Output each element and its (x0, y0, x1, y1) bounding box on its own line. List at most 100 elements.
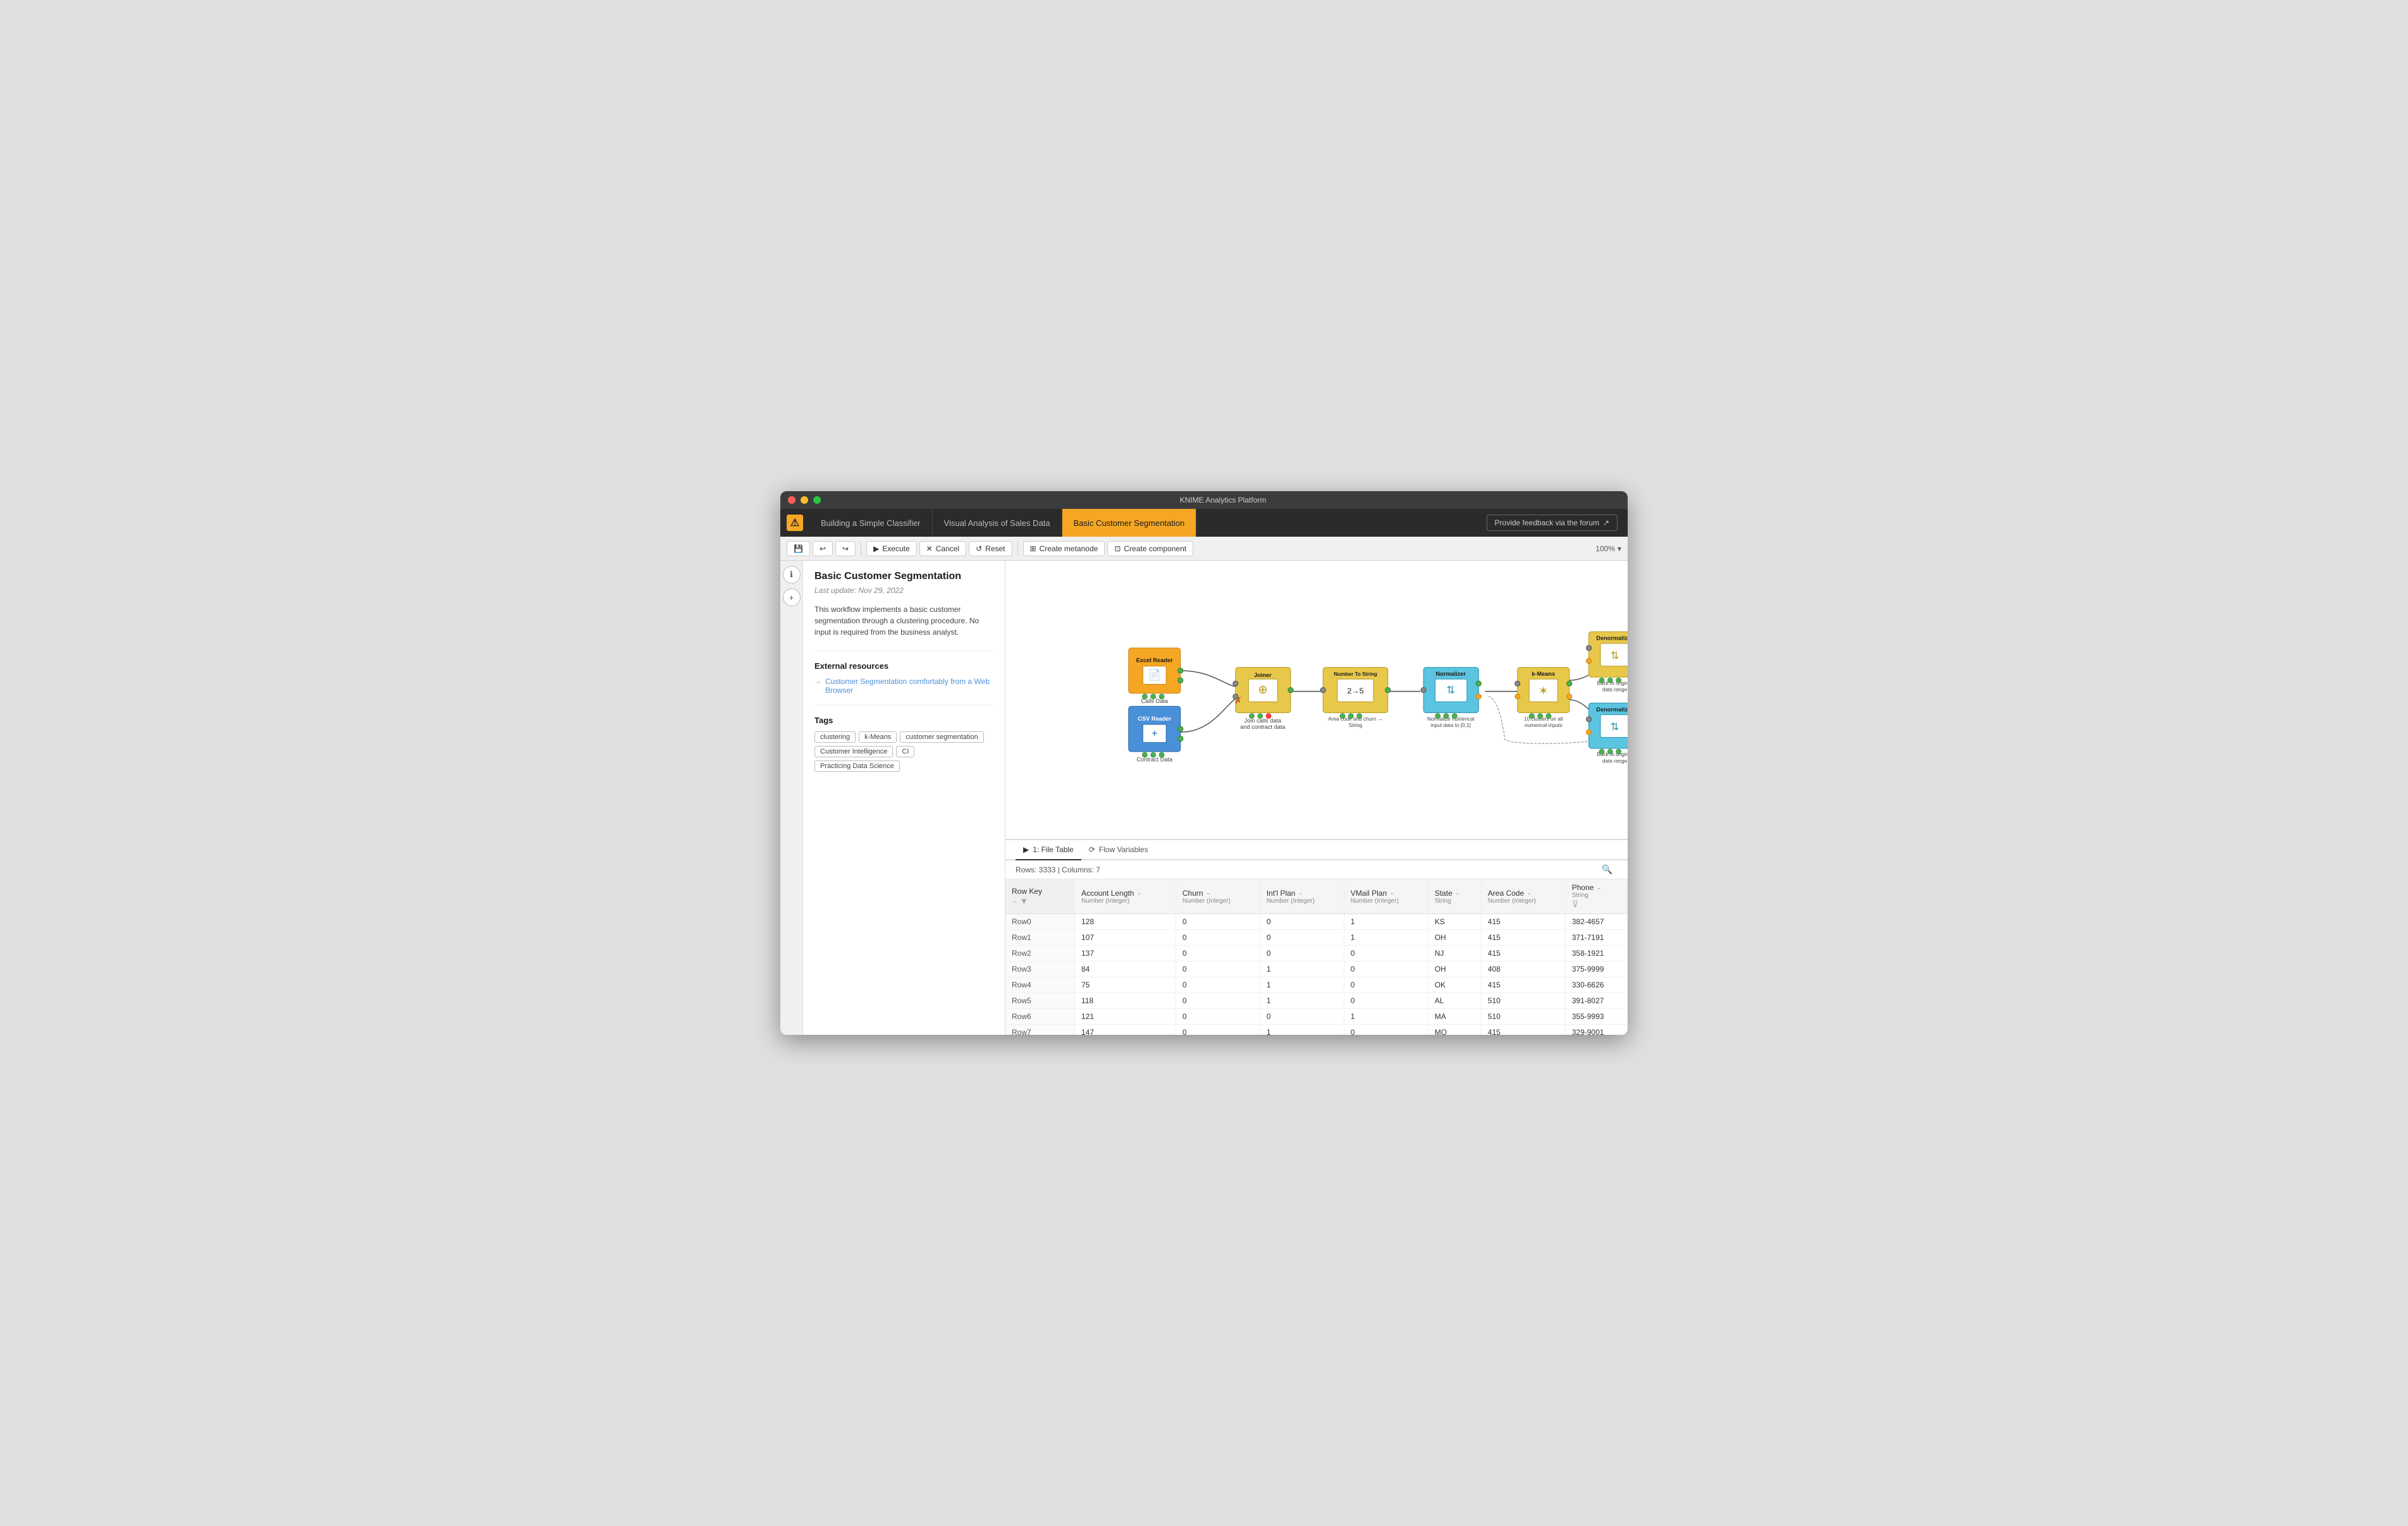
cancel-button[interactable]: ✕ Cancel (919, 541, 966, 556)
sort-account-length[interactable]: Account Length ⌄ (1081, 889, 1142, 898)
create-component-button[interactable]: ⊡ Create component (1107, 541, 1193, 556)
svg-text:data range: data range (1602, 687, 1628, 693)
feedback-button[interactable]: Provide feedback via the forum ↗ (1487, 515, 1618, 531)
execute-button[interactable]: ▶ Execute (866, 541, 917, 556)
sort-icon[interactable]: ⌄ (1012, 898, 1017, 905)
table-cell: 0 (1344, 1025, 1428, 1035)
info-icon-button[interactable]: ℹ (783, 566, 801, 583)
node-normalizer[interactable]: Normalizer ⇅ Normalize numerical input d… (1421, 668, 1481, 728)
sort-icon-vmail[interactable]: ⌄ (1389, 889, 1394, 896)
col-header-area-code: Area Code ⌄ Number (Integer) (1481, 879, 1565, 914)
sort-state[interactable]: State ⌄ (1435, 889, 1460, 898)
sort-phone[interactable]: Phone ⌄ (1572, 883, 1602, 892)
redo-button[interactable]: ↪ (835, 541, 856, 556)
tag-kmeans[interactable]: k-Means (859, 731, 897, 743)
table-cell: 1 (1260, 977, 1344, 993)
undo-button[interactable]: ↩ (813, 541, 833, 556)
tab-flow-variables[interactable]: ⟳ Flow Variables (1081, 840, 1156, 860)
table-cell: 1 (1344, 930, 1428, 946)
filter-table-icon[interactable]: ⊽ (1572, 899, 1578, 909)
redo-icon: ↪ (842, 544, 849, 553)
table-cell: Row5 (1005, 993, 1075, 1009)
sort-vmail-plan[interactable]: VMail Plan ⌄ (1351, 889, 1395, 898)
table-cell: 0 (1176, 977, 1260, 993)
sort-icon-al[interactable]: ⌄ (1136, 889, 1141, 896)
node-number-to-string[interactable]: Number To String 2→5 Area code and churn… (1320, 668, 1391, 728)
table-cell: Row1 (1005, 930, 1075, 946)
minimize-button[interactable] (801, 496, 808, 504)
table-cell: 408 (1481, 961, 1565, 977)
tab-building-simple-classifier[interactable]: Building a Simple Classifier (809, 509, 933, 537)
maximize-button[interactable] (813, 496, 821, 504)
table-cell: 415 (1481, 946, 1565, 961)
table-cell: 375-9999 (1565, 961, 1627, 977)
sort-rowkey[interactable]: ⌄ ▼ (1012, 896, 1028, 906)
tags-section: Tags clustering k-Means customer segment… (814, 716, 993, 772)
search-table-icon[interactable]: 🔍 (1602, 864, 1612, 875)
sort-intl-plan[interactable]: Int'l Plan ⌄ (1267, 889, 1303, 898)
sort-churn[interactable]: Churn ⌄ (1182, 889, 1211, 898)
tab-visual-analysis[interactable]: Visual Analysis of Sales Data (933, 509, 1062, 537)
arrow-right-icon: → (814, 678, 821, 685)
tag-customer-intelligence[interactable]: Customer Intelligence (814, 746, 893, 757)
tab-file-table[interactable]: ▶ 1: File Table (1016, 840, 1081, 860)
table-cell: 0 (1176, 961, 1260, 977)
table-cell: OH (1428, 961, 1481, 977)
reset-icon: ↺ (976, 544, 982, 553)
save-button[interactable]: 💾 (787, 541, 810, 556)
close-button[interactable] (788, 496, 796, 504)
svg-text:✶: ✶ (1539, 684, 1548, 697)
table-row: Row475010OK415330-6626 (1005, 977, 1628, 993)
table-cell: 510 (1481, 1009, 1565, 1025)
table-cell: Row0 (1005, 914, 1075, 930)
tag-clustering[interactable]: clustering (814, 731, 856, 743)
tag-practicing-data-science[interactable]: Practicing Data Science (814, 760, 900, 772)
col-header-state: State ⌄ String (1428, 879, 1481, 914)
data-table[interactable]: Row Key ⌄ ▼ Account Length ⌄ (1005, 879, 1628, 1035)
table-cell: 391-8027 (1565, 993, 1627, 1009)
sort-icon-state[interactable]: ⌄ (1455, 889, 1460, 896)
svg-text:CSV Reader: CSV Reader (1138, 716, 1171, 722)
sort-icon-phone[interactable]: ⌄ (1596, 884, 1601, 891)
tag-ci[interactable]: CI (896, 746, 914, 757)
node-status-dot (1142, 694, 1147, 699)
table-row: Row5118010AL510391-8027 (1005, 993, 1628, 1009)
sidebar-content: Basic Customer Segmentation Last update:… (803, 561, 1005, 1035)
table-cell: 330-6626 (1565, 977, 1627, 993)
table-cell: AL (1428, 993, 1481, 1009)
svg-text:Area code and churn →: Area code and churn → (1328, 716, 1382, 722)
sort-area-code[interactable]: Area Code ⌄ (1488, 889, 1532, 898)
table-cell: NJ (1428, 946, 1481, 961)
table-cell: OK (1428, 977, 1481, 993)
node-joiner[interactable]: Joiner ⊕ ✗ Join calls data and contract … (1233, 668, 1293, 730)
svg-text:Joiner: Joiner (1254, 672, 1272, 678)
table-cell: 371-7191 (1565, 930, 1627, 946)
filter-icon[interactable]: ▼ (1019, 896, 1028, 906)
svg-text:and contract data: and contract data (1240, 724, 1286, 730)
add-icon-button[interactable]: + (783, 589, 801, 606)
table-cell: 0 (1176, 993, 1260, 1009)
tag-customer-segmentation[interactable]: customer segmentation (900, 731, 983, 743)
svg-text:⇅: ⇅ (1611, 721, 1619, 733)
table-cell: 0 (1176, 946, 1260, 961)
sidebar-description: This workflow implements a basic custome… (814, 604, 993, 638)
sidebar-icon-rail: ℹ + (780, 561, 803, 1035)
col-header-intl-plan: Int'l Plan ⌄ Number (Integer) (1260, 879, 1344, 914)
tab-basic-customer-segmentation[interactable]: Basic Customer Segmentation (1062, 509, 1197, 537)
sort-icon-area[interactable]: ⌄ (1526, 889, 1532, 896)
reset-button[interactable]: ↺ Reset (969, 541, 1012, 556)
node-denormalizer-2[interactable]: Denormalizer ⇅ Back to original data ran… (1586, 703, 1628, 764)
sort-icon-intl[interactable]: ⌄ (1298, 889, 1303, 896)
node-kmeans[interactable]: k-Means ✶ 10 clusters on all numerical i… (1515, 668, 1572, 728)
create-metanode-button[interactable]: ⊞ Create metanode (1023, 541, 1105, 556)
workflow-canvas[interactable]: Excel Reader 📄 Calls Data CSV Reader + (1005, 561, 1628, 839)
sort-icon-churn[interactable]: ⌄ (1206, 889, 1211, 896)
node-denormalizer-1[interactable]: Denormalizer ⇅ Back to original data ran… (1586, 632, 1628, 692)
tabbar-right: Provide feedback via the forum ↗ (1477, 509, 1628, 537)
tabbar-logo: ⚠ (780, 509, 809, 537)
table-cell: 1 (1344, 1009, 1428, 1025)
cancel-icon: ✕ (926, 544, 933, 553)
external-resource-link[interactable]: → Customer Segmentation comfortably from… (814, 677, 993, 695)
table-cell: 0 (1260, 930, 1344, 946)
table-cell: 0 (1260, 946, 1344, 961)
